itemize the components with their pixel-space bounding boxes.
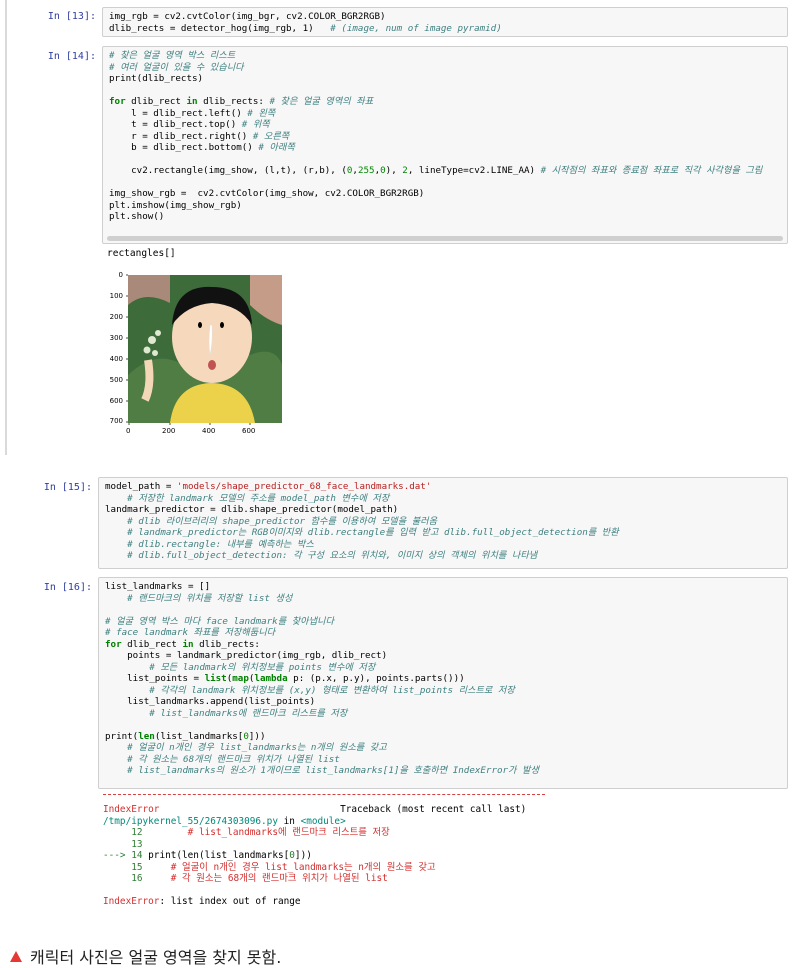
horizontal-scrollbar[interactable] <box>107 236 783 241</box>
code-line: print(dlib_rects) <box>109 73 204 84</box>
code-line: # dlib 라이브러리의 shape_predictor 함수를 이용하여 모… <box>105 515 438 527</box>
traceback-line: 13 <box>103 838 143 850</box>
code-line: # 모든 landmark의 위치정보를 points 변수에 저장 <box>105 661 376 673</box>
code-line: for dlib_rect in dlib_rects: # 찾은 얼굴 영역의… <box>109 96 374 107</box>
code-line: print(len(list_landmarks[0])) <box>105 730 266 742</box>
code-line: # 여러 얼굴이 있을 수 있습니다 <box>109 61 244 73</box>
plot-svg <box>126 274 282 425</box>
code-line: # 얼굴 영역 박스 마다 face landmark를 찾아냅니다 <box>105 615 334 627</box>
code-line: cv2.rectangle(img_show, (l,t), (r,b), (0… <box>109 165 763 176</box>
y-tick-label: 200 <box>109 313 123 321</box>
code-line: l = dlib_rect.left() # 왼쪽 <box>109 107 276 119</box>
code-line: b = dlib_rect.bottom() # 아래쪽 <box>109 142 295 153</box>
cell-13-prompt: In [13]: <box>47 11 96 22</box>
cell-16-prompt: In [16]: <box>43 582 92 593</box>
traceback-line: ---> 14 print(len(list_landmarks[0])) <box>103 850 312 861</box>
cell-15-code[interactable]: model_path = 'models/shape_predictor_68_… <box>98 477 788 569</box>
y-tick-label: 100 <box>109 292 123 300</box>
code-line: r = dlib_rect.right() # 오른쪽 <box>109 130 290 142</box>
caption: 캐릭터 사진은 얼굴 영역을 찾지 못함. <box>10 944 281 968</box>
code-line: # 찾은 얼굴 영역 박스 리스트 <box>109 50 236 61</box>
cell-14-code[interactable]: # 찾은 얼굴 영역 박스 리스트 # 여러 얼굴이 있을 수 있습니다 print… <box>102 46 788 244</box>
traceback-line: /tmp/ipykernel_55/2674303096.py in <modu… <box>103 815 346 827</box>
x-tick-label: 0 <box>126 427 131 435</box>
code-line: list_landmarks.append(list_points) <box>105 696 316 707</box>
code-line: # dlib.full_object_detection: 각 구성 요소의 위… <box>105 550 538 561</box>
code-line: img_rgb = cv2.cvtColor(img_bgr, cv2.COLO… <box>109 11 386 22</box>
warning-triangle-icon <box>10 951 22 962</box>
y-tick-label: 600 <box>109 397 123 405</box>
code-line: # 각각의 landmark 위치정보를 (x,y) 형태로 변환하여 list… <box>105 684 515 696</box>
code-line: # 저장한 landmark 모델의 주소를 model_path 변수에 저장 <box>105 492 390 504</box>
traceback-line: 16 # 각 원소는 68개의 랜드마크 위치가 나열된 list <box>103 873 388 884</box>
cell-15-prompt: In [15]: <box>43 482 92 493</box>
x-tick-label: 200 <box>162 427 176 435</box>
x-axis-ticks <box>128 423 251 425</box>
x-tick-label: 600 <box>242 427 256 435</box>
cell-16-code[interactable]: list_landmarks = [] # 랜드마크의 위치를 저장할 list… <box>98 577 788 789</box>
code-line: list_points = list(map(lambda p: (p.x, p… <box>105 673 465 684</box>
code-line: # list_landmarks의 원소가 1개이므로 list_landmar… <box>105 765 539 776</box>
code-line: model_path = 'models/shape_predictor_68_… <box>105 481 432 492</box>
code-line: img_show_rgb = cv2.cvtColor(img_show, cv… <box>109 188 425 199</box>
code-line: plt.show() <box>109 211 165 222</box>
code-line: plt.imshow(img_show_rgb) <box>109 199 242 211</box>
traceback-line: 12 # list_landmarks에 랜드마크 리스트를 저장 <box>103 827 390 838</box>
code-line: # landmark_predictor는 RGB이미지와 dlib.recta… <box>105 527 619 538</box>
code-line: landmark_predictor = dlib.shape_predicto… <box>105 504 399 515</box>
code-line: # list_landmarks에 랜드마크 리스트를 저장 <box>105 707 348 719</box>
y-tick-label: 400 <box>109 355 123 363</box>
y-tick-label: 300 <box>109 334 123 342</box>
x-tick-label: 400 <box>202 427 216 435</box>
cell-14-prompt: In [14]: <box>47 51 96 62</box>
code-line: points = landmark_predictor(img_rgb, dli… <box>105 650 388 661</box>
traceback-output: IndexError Traceback (most recent call l… <box>103 804 703 924</box>
traceback-line: IndexError: list index out of range <box>103 896 301 907</box>
cell-selection-strip <box>5 0 7 455</box>
caption-text: 캐릭터 사진은 얼굴 영역을 찾지 못함. <box>30 948 282 967</box>
code-line: # dlib.rectangle: 내부를 예측하는 박스 <box>105 538 314 550</box>
traceback-line: IndexError Traceback (most recent call l… <box>103 804 527 815</box>
y-axis-ticks <box>126 274 128 423</box>
cell-13-code[interactable]: img_rgb = cv2.cvtColor(img_bgr, cv2.COLO… <box>102 7 788 37</box>
code-line: # 랜드마크의 위치를 저장할 list 생성 <box>105 592 293 604</box>
hand <box>141 359 154 402</box>
y-tick-label: 0 <box>118 271 123 279</box>
code-line: list_landmarks = [] <box>105 581 211 592</box>
code-line: # 얼굴이 n개인 경우 list_landmarks는 n개의 원소를 갖고 <box>105 742 387 753</box>
code-line: # 각 원소는 68개의 랜드마크 위치가 나열된 list <box>105 753 340 765</box>
code-line: dlib_rects = detector_hog(img_rgb, 1) # … <box>109 22 502 34</box>
y-tick-label: 700 <box>109 417 123 425</box>
y-tick-label: 500 <box>109 376 123 384</box>
cell-14-output: rectangles[] <box>107 248 176 259</box>
image-plot: 0 100 200 300 400 500 600 700 0 200 400 … <box>100 265 300 445</box>
traceback-separator <box>103 794 545 795</box>
traceback-line: 15 # 얼굴이 n개인 경우 list_landmarks는 n개의 원소를 … <box>103 861 436 873</box>
code-line: t = dlib_rect.top() # 위쪽 <box>109 119 270 130</box>
code-line: # face landmark 좌표를 저장해둡니다 <box>105 627 276 638</box>
code-line: for dlib_rect in dlib_rects: <box>105 638 260 650</box>
